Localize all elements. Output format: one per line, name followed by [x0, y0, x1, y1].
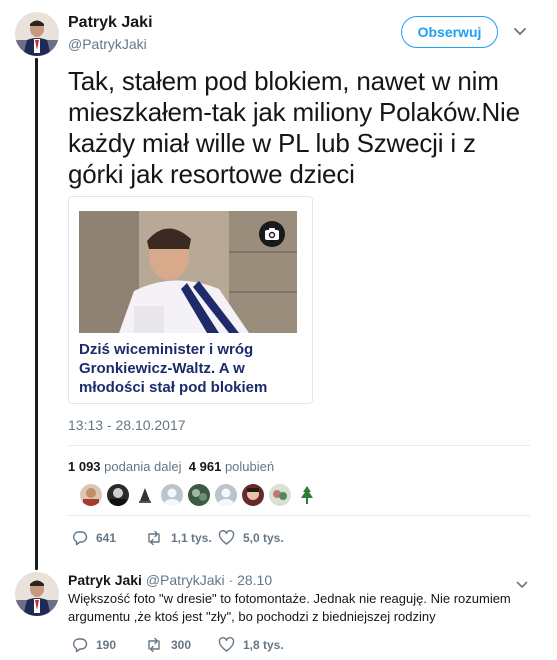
chevron-down-icon[interactable] — [513, 27, 527, 37]
retweets-count[interactable]: 1 093 — [68, 459, 101, 474]
retweet-icon — [148, 637, 160, 653]
reply-reply-button[interactable]: 190 — [72, 637, 116, 653]
reply-reply-count: 190 — [96, 638, 117, 652]
liker-avatar[interactable] — [296, 484, 318, 506]
reply-retweet-count: 300 — [171, 638, 192, 652]
reply-button[interactable]: 641 — [72, 530, 116, 546]
reply-like-count: 1,8 tys. — [243, 638, 284, 652]
tweet-text: Tak, stałem pod blokiem, nawet w nim mie… — [68, 66, 520, 189]
author-avatar[interactable] — [15, 12, 59, 56]
reply-author-handle[interactable]: @PatrykJaki · 28.10 — [146, 572, 272, 588]
card-title[interactable]: Dziś wiceminister i wróg Gronkiewicz-Wal… — [79, 340, 304, 397]
retweet-icon — [148, 530, 160, 546]
liker-avatar[interactable] — [269, 484, 291, 506]
reply-text: Większość foto "w dresie" to fotomontaże… — [68, 591, 511, 624]
reply-count: 641 — [96, 531, 117, 545]
retweet-button[interactable]: 1,1 tys. — [145, 530, 212, 546]
reply-like-button[interactable]: 1,8 tys. — [218, 637, 284, 653]
author-name[interactable]: Patryk Jaki — [68, 14, 153, 32]
likes-label[interactable]: polubień — [225, 459, 274, 474]
liker-avatar[interactable] — [215, 484, 237, 506]
liker-avatar[interactable] — [134, 484, 156, 506]
like-icon — [218, 530, 235, 545]
reply-author-avatar[interactable] — [15, 572, 59, 616]
reply-icon — [73, 638, 88, 653]
like-icon — [218, 637, 235, 652]
retweets-label[interactable]: podania dalej — [104, 459, 181, 474]
camera-icon — [258, 221, 286, 247]
liker-avatar[interactable] — [161, 484, 183, 506]
liker-avatar[interactable] — [242, 484, 264, 506]
tweet-timestamp[interactable]: 13:13 - 28.10.2017 — [68, 417, 186, 433]
engagement-stats: 1 093 podania dalej 4 961 polubień — [68, 459, 274, 474]
retweet-count: 1,1 tys. — [171, 531, 212, 545]
liker-avatar[interactable] — [107, 484, 129, 506]
liker-avatar[interactable] — [188, 484, 210, 506]
author-handle[interactable]: @PatrykJaki — [68, 36, 147, 52]
follow-button[interactable]: Obserwuj — [401, 16, 498, 48]
likes-count[interactable]: 4 961 — [189, 459, 222, 474]
reply-author-name[interactable]: Patryk Jaki — [68, 572, 142, 588]
like-button[interactable]: 5,0 tys. — [218, 530, 284, 546]
divider — [68, 445, 530, 446]
reply-icon — [73, 531, 88, 546]
thread-line — [35, 58, 38, 570]
like-count: 5,0 tys. — [243, 531, 284, 545]
reply-header: Patryk Jaki @PatrykJaki · 28.10 — [68, 572, 272, 588]
liker-avatar[interactable] — [80, 484, 102, 506]
reply-retweet-button[interactable]: 300 — [145, 637, 191, 653]
divider — [68, 515, 530, 516]
